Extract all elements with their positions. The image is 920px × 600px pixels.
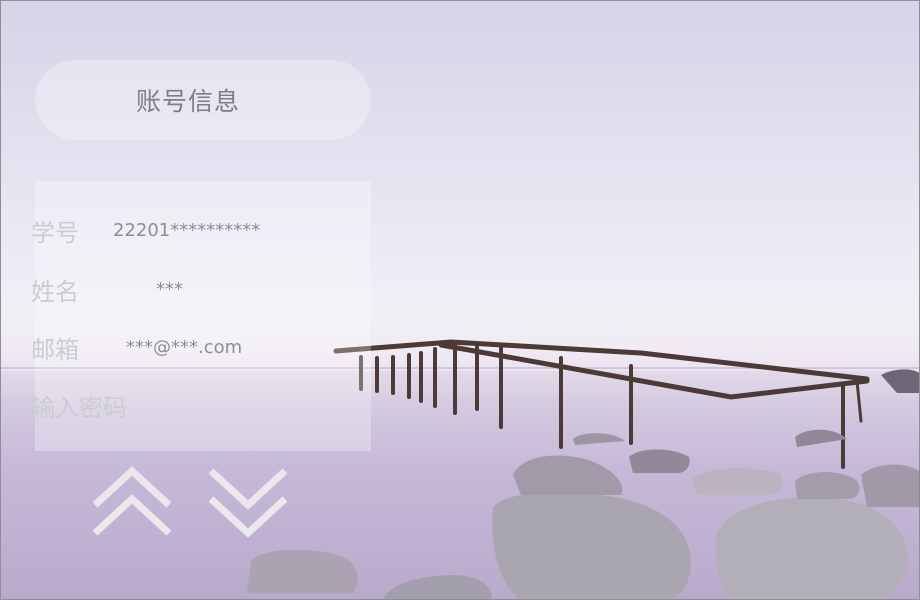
double-chevron-up-icon bbox=[92, 466, 172, 536]
name-label: 姓名 bbox=[31, 278, 79, 306]
student-id-label: 学号 bbox=[31, 219, 79, 247]
page-title: 账号信息 bbox=[135, 87, 240, 116]
scroll-up-button[interactable] bbox=[89, 463, 175, 541]
name-value: *** bbox=[156, 279, 183, 300]
student-id-value: 22201********** bbox=[113, 220, 261, 241]
email-value: ***@***.com bbox=[126, 337, 243, 358]
title-pill: 账号信息 bbox=[35, 60, 371, 140]
double-chevron-down-icon bbox=[208, 468, 288, 538]
account-info-screen: 账号信息 学号 22201********** 姓名 *** 邮箱 ***@**… bbox=[0, 0, 920, 600]
student-id-row: 学号 22201********** bbox=[1, 213, 337, 253]
password-row bbox=[1, 388, 337, 428]
email-label: 邮箱 bbox=[31, 336, 79, 364]
name-row: 姓名 *** bbox=[1, 272, 337, 312]
password-input[interactable] bbox=[31, 388, 321, 428]
email-row: 邮箱 ***@***.com bbox=[1, 330, 337, 370]
scroll-down-button[interactable] bbox=[205, 463, 291, 541]
